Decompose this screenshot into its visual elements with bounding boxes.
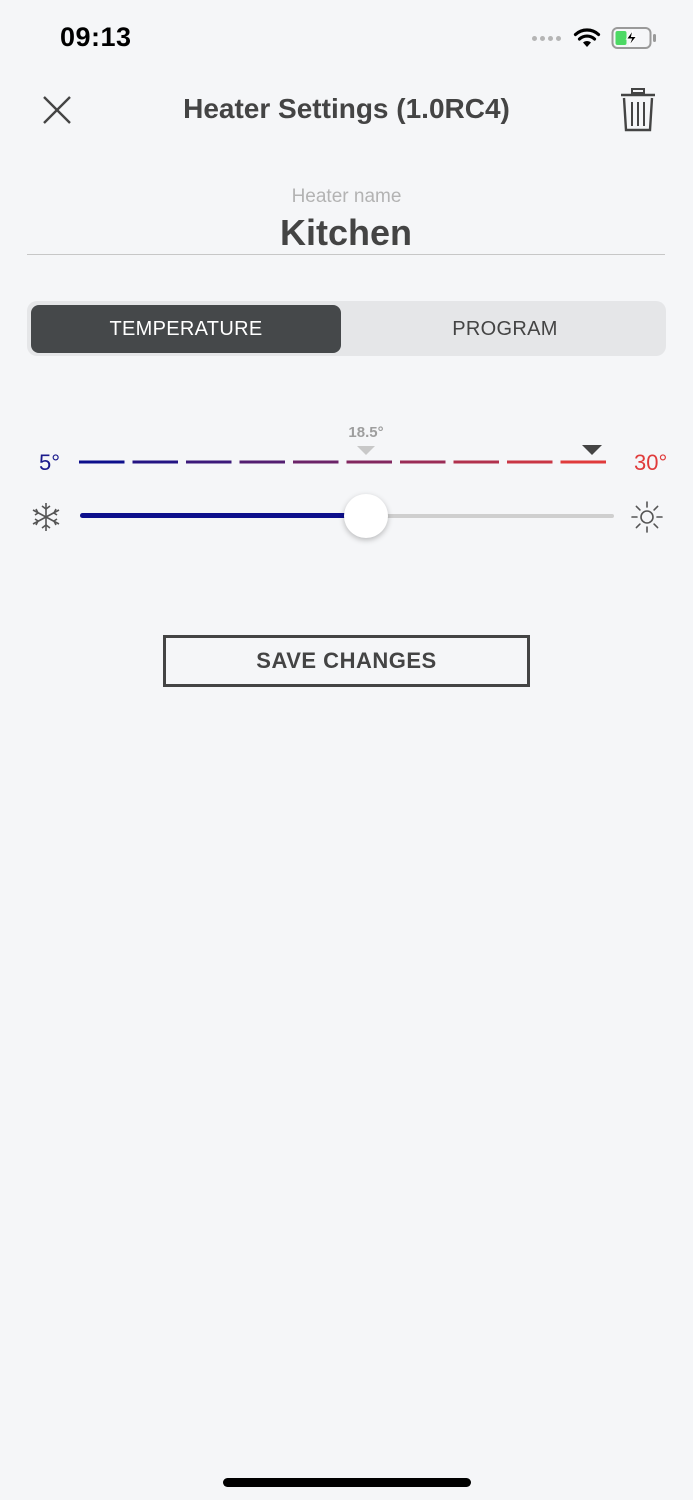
- save-changes-button[interactable]: SAVE CHANGES: [163, 635, 530, 687]
- temperature-scale: [79, 445, 606, 464]
- snowflake-icon: [32, 503, 60, 531]
- slider-track-fill: [80, 513, 366, 518]
- heater-settings-screen: 09:13 Heater Settings (1.0RC4) Heater na…: [0, 0, 693, 1500]
- home-indicator[interactable]: [223, 1478, 471, 1487]
- sun-icon: [631, 501, 663, 533]
- current-temperature-marker-icon: [357, 446, 375, 455]
- target-temperature-marker-icon: [582, 445, 602, 455]
- temperature-slider-thumb[interactable]: [344, 494, 388, 538]
